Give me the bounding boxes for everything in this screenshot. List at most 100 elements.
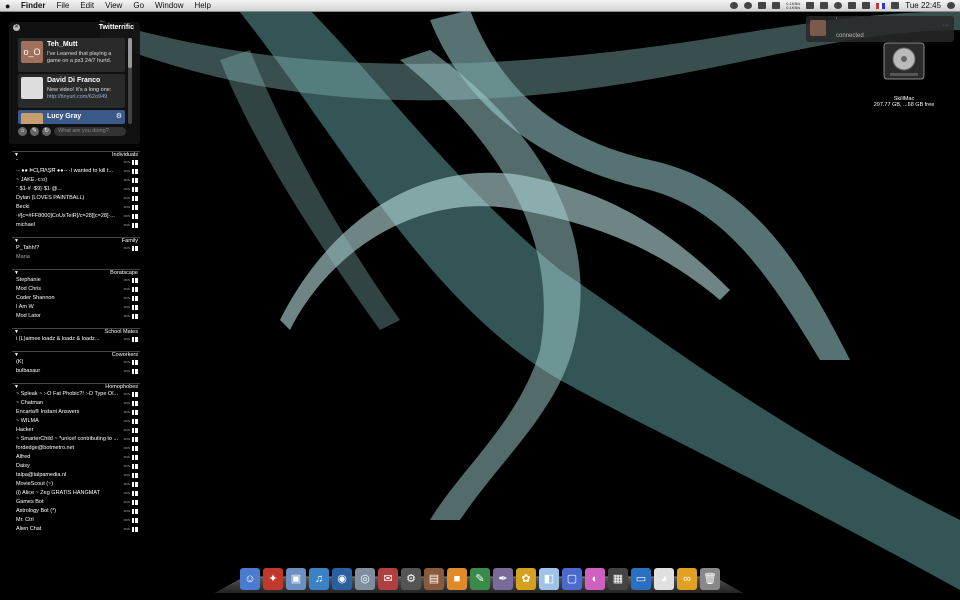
- buddy-row[interactable]: ·#[c=#FF8000]CoUxTeiR[/c=28][c=28]·... M3…: [12, 212, 140, 221]
- fire-icon[interactable]: ✦: [263, 568, 283, 590]
- system-icon[interactable]: ⚙: [401, 568, 421, 590]
- menu-file[interactable]: File: [56, 1, 69, 10]
- itunes-icon[interactable]: ♫: [309, 568, 329, 590]
- tweet-author[interactable]: Lucy Gray: [47, 113, 81, 120]
- buddy-row[interactable]: fordedge@botmetro.net M3N: [12, 444, 140, 453]
- apple-menu-icon[interactable]: ●: [5, 1, 15, 11]
- stamp-icon[interactable]: ✉: [378, 568, 398, 590]
- close-icon[interactable]: ✕: [13, 24, 20, 31]
- helmet-icon[interactable]: ◕: [654, 568, 674, 590]
- buddy-row[interactable]: i (L)aimee loadz & loadz & loadz... M3N: [12, 335, 140, 344]
- network-monitor[interactable]: 0.1KB/s 0.1KB/s: [786, 1, 800, 10]
- scrollbar[interactable]: [128, 38, 132, 124]
- buddy-group-header[interactable]: ▼ School Mates: [12, 328, 140, 335]
- tweet-author[interactable]: Teh_Mutt: [47, 41, 78, 48]
- photo-icon[interactable]: ✿: [516, 568, 536, 590]
- buddy-row[interactable]: ˚·$1·# ·$9}·$1·@... M3N: [12, 185, 140, 194]
- buddy-row[interactable]: Mod Lator M3N: [12, 312, 140, 321]
- menu-window[interactable]: Window: [155, 1, 183, 10]
- cpu-icon[interactable]: [806, 2, 815, 9]
- buddy-group-header[interactable]: ▼ Boratscape: [12, 269, 140, 276]
- tweet-item-selected[interactable]: Lucy Gray ⚙: [18, 110, 125, 124]
- buddy-row[interactable]: ~ WILMA M3N: [12, 417, 140, 426]
- home-icon[interactable]: ⌂: [18, 127, 27, 136]
- buddy-row[interactable]: Astrology Bot (*) M3N: [12, 507, 140, 516]
- input-flag-icon[interactable]: [876, 2, 886, 9]
- tweet-link[interactable]: http://tinyurl.com/62o949: [47, 94, 107, 100]
- buddy-row[interactable]: P_Tahh!? M3N: [12, 244, 140, 253]
- buddy-row[interactable]: Mod Chris M3N: [12, 285, 140, 294]
- network-icon[interactable]: ◉: [332, 568, 352, 590]
- buddy-row[interactable]: Becki M3N: [12, 203, 140, 212]
- display-icon[interactable]: [772, 2, 781, 9]
- chain-icon[interactable]: ∞: [677, 568, 697, 590]
- buddy-row[interactable]: ~ JAKE.·c:o) M3N: [12, 176, 140, 185]
- menu-view[interactable]: View: [105, 1, 122, 10]
- buddy-row[interactable]: bulbasaur M3N: [12, 367, 140, 376]
- menu-finder[interactable]: Finder: [21, 1, 45, 10]
- buddy-row[interactable]: Stephanie M3N: [12, 276, 140, 285]
- hard-disk-icon[interactable]: [882, 39, 926, 83]
- buddy-row[interactable]: Mr. Ctrl M3N: [12, 516, 140, 525]
- buddy-group-header[interactable]: ▼ Individuals: [12, 151, 140, 158]
- color-icon[interactable]: ◧: [539, 568, 559, 590]
- refresh-icon[interactable]: ↻: [42, 127, 51, 136]
- tools-icon[interactable]: ✎: [30, 127, 39, 136]
- growl-icon[interactable]: [730, 2, 739, 9]
- clapper-icon[interactable]: ▦: [608, 568, 628, 590]
- finder-icon[interactable]: ☺: [240, 568, 260, 590]
- box-icon[interactable]: ■: [447, 568, 467, 590]
- more-icon[interactable]: ···: [942, 22, 949, 29]
- buddy-row[interactable]: ~ Chatman M3N: [12, 399, 140, 408]
- buddy-row[interactable]: Alfred M3N: [12, 453, 140, 462]
- menu-edit[interactable]: Edit: [80, 1, 94, 10]
- buddy-row[interactable]: Encarta® Instant Answers M3N: [12, 408, 140, 417]
- sync-icon[interactable]: [758, 2, 767, 9]
- pen-icon[interactable]: ✒: [493, 568, 513, 590]
- buddy-row[interactable]: ˚ M3N: [12, 158, 140, 167]
- status-input[interactable]: What are you doing?: [54, 127, 126, 136]
- tweet-item[interactable]: David Di Franco New video! It's a long o…: [18, 74, 125, 108]
- buddy-row[interactable]: ~ Spleak ~ :-O Fat Phobic?! :-O Type Ol.…: [12, 390, 140, 399]
- calendar-icon[interactable]: ◐: [585, 568, 605, 590]
- monitor-icon[interactable]: ▭: [631, 568, 651, 590]
- preview-icon[interactable]: ▣: [286, 568, 306, 590]
- menu-go[interactable]: Go: [133, 1, 144, 10]
- buddy-row[interactable]: MovieScout (~) M3N: [12, 480, 140, 489]
- buddy-group-header[interactable]: ▼ Coworkers: [12, 351, 140, 358]
- buddy-row[interactable]: Games Bot M3N: [12, 498, 140, 507]
- menu-help[interactable]: Help: [194, 1, 210, 10]
- growl-notification[interactable]: ' connected ···: [806, 16, 954, 42]
- gear-icon[interactable]: ⚙: [116, 112, 122, 120]
- buddy-row[interactable]: Dylan (LOVES PAINTBALL) M3N: [12, 194, 140, 203]
- bluetooth-icon[interactable]: [820, 2, 829, 9]
- safari-icon[interactable]: ◎: [355, 568, 375, 590]
- buddy-row[interactable]: I Am W M3N: [12, 303, 140, 312]
- tweet-item[interactable]: o_O Teh_Mutt I've Learned that playing a…: [18, 38, 125, 72]
- buddy-row[interactable]: Coder Shannon M3N: [12, 294, 140, 303]
- buddy-row[interactable]: michael M3N: [12, 221, 140, 230]
- buddy-group-header[interactable]: ▼ Family: [12, 237, 140, 244]
- menu-clock[interactable]: Tue 22:45: [905, 1, 941, 10]
- buddy-row[interactable]: (i) Alice ~ Zeg GRATIS HANGMAT M3N: [12, 489, 140, 498]
- tweet-author[interactable]: David Di Franco: [47, 77, 100, 84]
- buddy-row[interactable]: Maria: [12, 253, 140, 262]
- messenger-icon[interactable]: [744, 2, 753, 9]
- buddy-row[interactable]: ~ SmarterChild ~ *unicef contributing to…: [12, 435, 140, 444]
- text-icon[interactable]: ✎: [470, 568, 490, 590]
- buddy-row[interactable]: (K) M3N: [12, 358, 140, 367]
- buddy-row[interactable]: Hacker M3N: [12, 426, 140, 435]
- frame-icon[interactable]: ▢: [562, 568, 582, 590]
- battery-icon[interactable]: [891, 2, 900, 9]
- buddy-group-header[interactable]: ▼ Homophobes: [12, 383, 140, 390]
- buddy-row[interactable]: talpa@talpamedia.nl M3N: [12, 471, 140, 480]
- wifi-icon[interactable]: [848, 2, 857, 9]
- buddy-row[interactable]: ·- ●● ÞĈĻĦɅŞĦ ●●·- ·I wanted to kill t..…: [12, 167, 140, 176]
- buddy-row[interactable]: Daisy M3N: [12, 462, 140, 471]
- spotlight-icon[interactable]: [947, 2, 955, 9]
- album-icon[interactable]: ▤: [424, 568, 444, 590]
- hard-disk-label[interactable]: SkillMac 297.77 GB, ...68 GB free: [858, 96, 950, 108]
- volume-icon[interactable]: [862, 2, 871, 9]
- trash-icon[interactable]: 🗑: [700, 568, 720, 590]
- buddy-row[interactable]: Alien Chat M3N: [12, 525, 140, 534]
